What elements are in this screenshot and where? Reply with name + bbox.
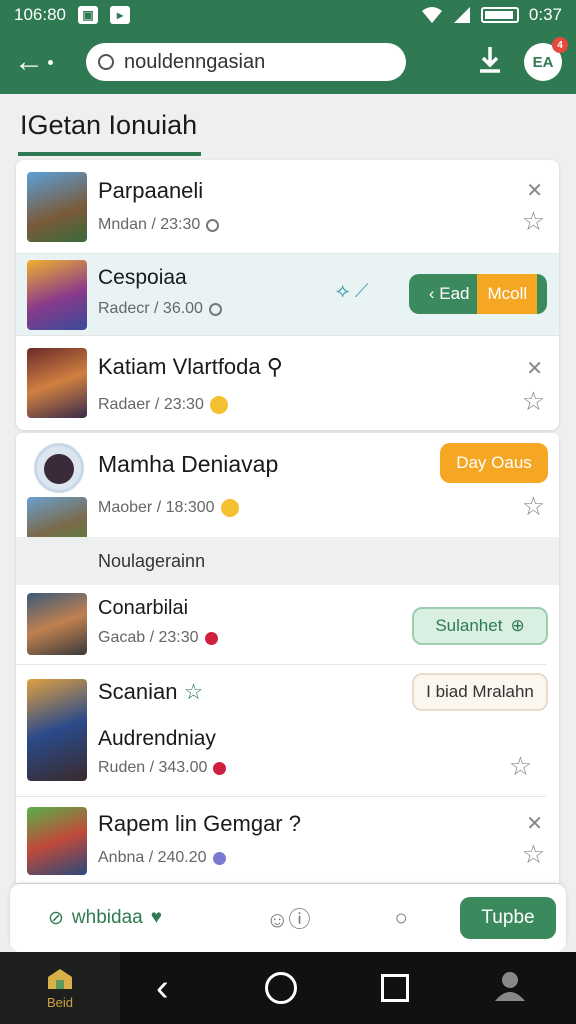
game-thumbnail: [27, 260, 87, 330]
close-icon[interactable]: ✕: [526, 178, 543, 203]
item-title: Mamha Deniavap: [98, 451, 279, 477]
chat-icon[interactable]: ○: [394, 905, 407, 931]
details-button[interactable]: I biad Mralahn: [412, 673, 548, 711]
list-item[interactable]: Cespoiaa Radecr / 36.00 ⟡ ⟋ ‹ Ead Mcoll: [16, 254, 559, 336]
item-title: Conarbilai: [98, 597, 189, 619]
notification-badge: 4: [552, 37, 568, 53]
emoji-icon: [220, 499, 239, 517]
game-thumbnail: [27, 348, 87, 418]
star-icon[interactable]: ☆: [522, 491, 545, 522]
item-meta: Radaer / 23:30: [98, 396, 228, 414]
star-icon[interactable]: ☆: [509, 751, 532, 782]
chevron-left-icon: ‹: [428, 284, 440, 303]
close-icon[interactable]: ✕: [526, 811, 543, 836]
back-button[interactable]: ←: [14, 45, 68, 79]
person-icon[interactable]: [493, 969, 527, 1008]
game-thumbnail: [27, 679, 87, 781]
arrow-left-icon: ←: [14, 45, 44, 78]
status-bar: 106:80 ▣ ▸ 0:37: [0, 0, 576, 30]
signal-icon: [453, 7, 470, 23]
item-meta: Anbna / 240.20: [98, 849, 226, 867]
location-pin-icon: ⚲: [266, 354, 283, 379]
emoji-icon: [209, 396, 228, 414]
heart-icon: ♥: [150, 907, 162, 928]
list-item[interactable]: Scanian ☆ Audrendniay Ruden / 343.00 I b…: [16, 665, 548, 797]
list-item[interactable]: Rapem lin Gemgar ? Anbna / 240.20 ✕ ☆: [16, 797, 559, 883]
primary-button[interactable]: Tupbe: [460, 897, 556, 939]
battery-icon: [480, 7, 519, 23]
page-title: IGetan Ionuiah: [20, 110, 198, 140]
leaf-icon: ⊘: [48, 907, 64, 929]
reactions-icon[interactable]: ☺ⓘ: [266, 902, 310, 934]
star-icon[interactable]: ☆: [522, 206, 545, 237]
status-time-left: 106:80: [14, 5, 66, 24]
star-filled-icon: ☆: [183, 679, 204, 704]
plus-circle-icon: ⊕: [510, 616, 525, 635]
share-icon[interactable]: ⟡ ⟋: [336, 280, 369, 303]
avatar: [34, 443, 84, 493]
item-meta: Gacab / 23:30: [98, 629, 218, 647]
download-button[interactable]: [470, 45, 510, 80]
home-icon: [48, 968, 72, 989]
app-label-button[interactable]: ⊘ whbidaa ♥: [48, 907, 162, 930]
item-title: Cespoiaa: [98, 266, 187, 289]
close-icon[interactable]: ✕: [526, 356, 543, 381]
globe-icon: [206, 218, 220, 232]
item-title: Rapem lin Gemgar ?: [98, 811, 301, 836]
notification-icon: ▸: [110, 6, 130, 24]
games-card: Mamha Deniavap Day Oaus Maober / 18:300 …: [16, 433, 559, 883]
dot-icon: [48, 59, 53, 65]
games-card: Parpaaneli Mndan / 23:30 ✕ ☆ Cespoiaa Ra…: [16, 160, 559, 430]
list-item[interactable]: Mamha Deniavap Day Oaus Maober / 18:300 …: [16, 433, 559, 559]
item-meta: Maober / 18:300: [98, 499, 239, 517]
status-dot-icon: [212, 851, 226, 865]
back-nav-icon[interactable]: ‹: [156, 967, 169, 1010]
status-dot-icon: [204, 631, 218, 645]
app-logo-icon: EA: [532, 53, 554, 71]
item-meta: Ruden / 343.00: [98, 759, 227, 777]
system-nav-bar: Beid ‹: [0, 952, 576, 1024]
status-time-right: 0:37: [528, 5, 562, 24]
game-thumbnail: [27, 172, 87, 242]
star-icon[interactable]: ☆: [522, 386, 545, 417]
read-button[interactable]: ‹ Ead Mcoll: [409, 274, 547, 314]
search-bar[interactable]: [86, 43, 406, 81]
search-icon: [98, 54, 114, 70]
play-button[interactable]: Day Oaus: [440, 443, 548, 483]
wifi-icon: [421, 7, 442, 23]
list-item[interactable]: Katiam Vlartfoda ⚲ Radaer / 23:30 ✕ ☆: [16, 336, 559, 430]
app-bar: ← EA 4: [0, 30, 576, 94]
item-meta: Mndan / 23:30: [98, 216, 220, 234]
list-item[interactable]: Parpaaneli Mndan / 23:30 ✕ ☆: [16, 160, 559, 254]
download-icon: [480, 46, 500, 73]
section-header: Noulagerainn: [16, 537, 559, 585]
game-thumbnail: [27, 593, 87, 655]
action-tag: Mcoll: [477, 274, 538, 314]
subscribe-button[interactable]: Sulanhet ⊕: [412, 607, 548, 645]
item-subtitle: Audrendniay: [98, 727, 216, 750]
status-dot-icon: [213, 761, 227, 775]
bottom-action-bar: ⊘ whbidaa ♥ ☺ⓘ ○ Tupbe: [10, 884, 566, 952]
recents-nav-icon[interactable]: [380, 974, 409, 1002]
item-title: Parpaaneli: [98, 178, 204, 203]
home-nav-icon[interactable]: [264, 972, 297, 1004]
notification-icon: ▣: [78, 6, 98, 24]
item-title: Scanian ☆: [98, 679, 204, 704]
list-item[interactable]: Conarbilai Gacab / 23:30 Sulanhet ⊕: [16, 585, 548, 665]
globe-icon: [208, 302, 222, 316]
game-thumbnail: [27, 807, 87, 875]
profile-avatar[interactable]: EA 4: [524, 37, 568, 81]
item-title: Katiam Vlartfoda ⚲: [98, 354, 283, 379]
star-icon[interactable]: ☆: [522, 839, 545, 870]
home-tab[interactable]: Beid: [0, 952, 120, 1024]
item-meta: Radecr / 36.00: [98, 300, 222, 318]
search-input[interactable]: [124, 50, 374, 74]
title-underline: [18, 152, 201, 156]
